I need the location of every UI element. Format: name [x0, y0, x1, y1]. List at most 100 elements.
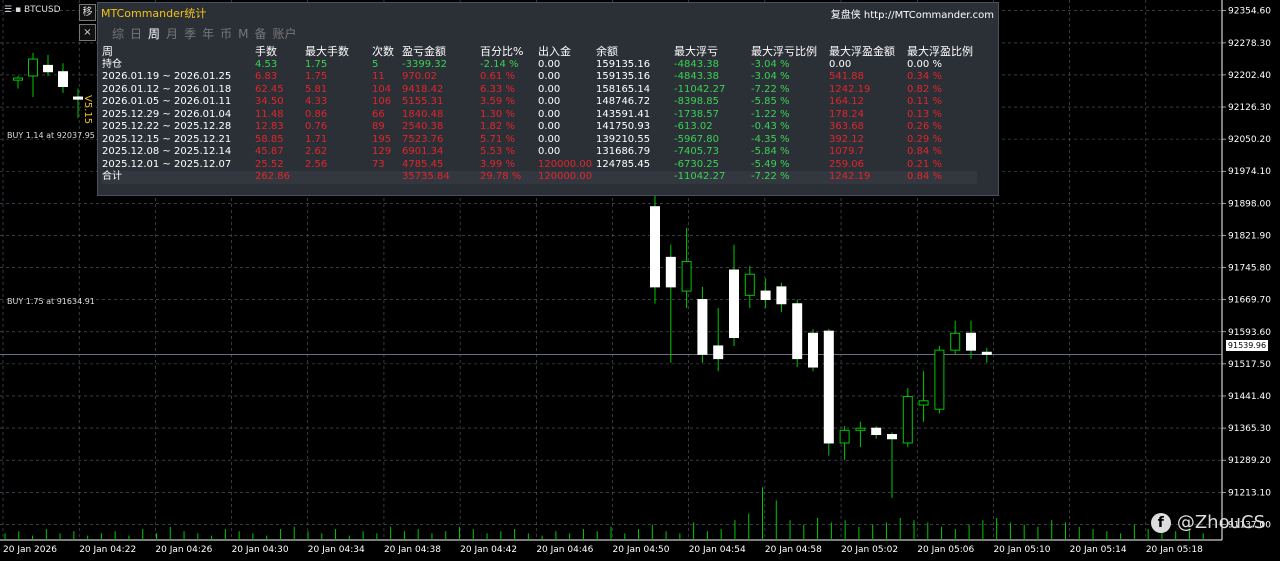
- table-cell: 392.12: [829, 133, 864, 145]
- y-tick-label: 92126.30: [1228, 103, 1271, 113]
- table-cell: 2026.01.05 ~ 2026.01.11: [102, 96, 232, 107]
- tab-3[interactable]: 月: [166, 25, 178, 42]
- current-price-tag: 91539.96: [1226, 340, 1268, 351]
- table-cell: 合计: [102, 171, 122, 182]
- tab-2[interactable]: 周: [148, 25, 160, 42]
- y-tick-label: 92050.20: [1228, 135, 1271, 145]
- table-cell: 970.02: [402, 71, 437, 82]
- column-header[interactable]: 手数: [255, 45, 305, 59]
- table-cell: 4785.45: [402, 158, 444, 170]
- table-cell: 6.83: [255, 71, 278, 82]
- column-header[interactable]: 最大浮亏比例: [751, 45, 829, 59]
- table-cell: 0.82 %: [907, 83, 942, 95]
- table-row[interactable]: 合计 262.86 35735.84 29.78 % 120000.00 -11042.2…: [102, 171, 977, 184]
- table-cell: 1.71: [305, 133, 328, 145]
- table-row[interactable]: 2025.12.08 ~ 2025.12.14 45.87 2.62 129 6901.…: [102, 146, 977, 159]
- tab-6[interactable]: 币: [220, 25, 232, 42]
- column-header[interactable]: 最大浮盈金额: [829, 45, 907, 59]
- table-cell: 0.00: [538, 121, 561, 132]
- table-row[interactable]: 2025.12.01 ~ 2025.12.07 25.52 2.56 73 4785.4…: [102, 159, 977, 172]
- table-cell: 0.00: [538, 96, 561, 107]
- menu-icon[interactable]: ☰: [4, 5, 12, 15]
- table-cell: 5.81: [305, 83, 328, 95]
- column-header[interactable]: 次数: [372, 45, 402, 59]
- close-button[interactable]: ×: [79, 24, 96, 41]
- table-cell: 0.00: [538, 58, 561, 70]
- tab-1[interactable]: 日: [130, 25, 142, 42]
- y-tick-label: 91821.90: [1228, 231, 1271, 241]
- candle-body: [887, 434, 897, 440]
- candle-body: [776, 286, 787, 305]
- table-cell: 25.52: [255, 158, 284, 170]
- buy-order-label: BUY 1.75 at 91634.91: [7, 297, 95, 306]
- move-button[interactable]: 移: [79, 4, 96, 21]
- table-cell: 0.00: [538, 71, 561, 82]
- table-row[interactable]: 持仓 4.53 1.75 5 -3399.32 -2.14 % 0.00 159135.16 -…: [102, 59, 977, 72]
- panel-brand-link[interactable]: 复盘侠 http://MTCommander.com: [831, 6, 994, 21]
- y-tick-label: 92354.60: [1228, 7, 1271, 17]
- table-cell: 2026.01.12 ~ 2026.01.18: [102, 83, 232, 95]
- table-cell: 2.56: [305, 158, 328, 170]
- table-row[interactable]: 2025.12.29 ~ 2026.01.04 11.48 0.86 66 1840.4…: [102, 109, 977, 122]
- table-cell: 6.33 %: [480, 83, 515, 95]
- candle-body: [729, 269, 739, 338]
- table-cell: -7.22 %: [751, 83, 790, 95]
- y-tick-label: 91441.40: [1228, 392, 1271, 402]
- table-cell: 0.86: [305, 108, 328, 120]
- y-tick-label: 91669.70: [1228, 296, 1271, 306]
- symbol-text: BTCUSD: [23, 5, 61, 15]
- table-cell: 159135.16: [596, 58, 651, 70]
- tab-7[interactable]: M: [238, 27, 248, 41]
- table-cell: [305, 171, 372, 184]
- candle-body: [744, 273, 755, 296]
- table-cell: 1079.7: [829, 146, 864, 157]
- x-tick-label: 20 Jan 04:50: [613, 545, 670, 555]
- column-header[interactable]: 最大浮盈比例: [907, 45, 977, 59]
- table-row[interactable]: 2026.01.12 ~ 2026.01.18 62.45 5.81 104 9418.…: [102, 84, 977, 97]
- tab-9[interactable]: 账户: [272, 25, 296, 42]
- table-cell: 4.33: [305, 96, 328, 107]
- table-cell: 120000.00: [538, 171, 593, 182]
- table-cell: 73: [372, 158, 385, 170]
- table-cell: 2025.12.08 ~ 2025.12.14: [102, 146, 232, 157]
- candle-body: [855, 427, 866, 431]
- column-header[interactable]: 盈亏金额: [402, 45, 480, 59]
- column-header[interactable]: 余额: [596, 45, 674, 59]
- y-tick-label: 91745.80: [1228, 264, 1271, 274]
- table-cell: -3.04 %: [751, 58, 790, 70]
- table-row[interactable]: 2026.01.19 ~ 2026.01.25 6.83 1.75 11 970.02 0…: [102, 71, 977, 84]
- tab-4[interactable]: 季: [184, 25, 196, 42]
- tab-8[interactable]: 备: [254, 25, 266, 42]
- stats-table: 周手数 最大手数 次数 盈亏金额 百分比% 出入金 余额 最大浮亏 最大浮亏比例 最大浮盈金额 最大…: [102, 45, 977, 184]
- y-tick-label: 91974.10: [1228, 167, 1271, 177]
- table-row[interactable]: 2025.12.15 ~ 2025.12.21 58.85 1.71 195 7523.…: [102, 134, 977, 147]
- tab-5[interactable]: 年: [202, 25, 214, 42]
- table-cell: 139210.55: [596, 133, 651, 145]
- candle-body: [681, 261, 692, 292]
- candle-body: [871, 427, 882, 436]
- column-header[interactable]: 最大浮亏: [674, 45, 751, 59]
- x-tick-label: 20 Jan 04:30: [232, 545, 289, 555]
- column-header[interactable]: 最大手数: [305, 45, 372, 59]
- table-cell: 262.86: [255, 171, 290, 182]
- flag-icon: ▪: [14, 5, 22, 15]
- table-cell: -3.04 %: [751, 71, 790, 82]
- column-header[interactable]: 出入金: [538, 45, 596, 59]
- table-cell: 178.24: [829, 108, 864, 120]
- table-cell: 5.71 %: [480, 133, 515, 145]
- table-cell: 0.84 %: [907, 146, 942, 157]
- table-cell: 2026.01.19 ~ 2026.01.25: [102, 71, 232, 82]
- table-cell: 58.85: [255, 133, 284, 145]
- candle-body: [792, 303, 803, 360]
- table-cell: 131686.79: [596, 146, 651, 157]
- table-row[interactable]: 2025.12.22 ~ 2025.12.28 12.83 0.76 89 2540.3…: [102, 121, 977, 134]
- panel-title: MTCommander统计: [101, 7, 207, 20]
- table-cell: 2.62: [305, 146, 328, 157]
- table-cell: -0.43 %: [751, 121, 790, 132]
- column-header[interactable]: 百分比%: [480, 45, 538, 59]
- table-row[interactable]: 2026.01.05 ~ 2026.01.11 34.50 4.33 106 5155.…: [102, 96, 977, 109]
- candle-body: [966, 332, 976, 351]
- symbol-label: ☰ ▪ BTCUSD: [4, 5, 61, 15]
- tab-0[interactable]: 综: [112, 25, 124, 42]
- column-header[interactable]: 周: [102, 45, 255, 59]
